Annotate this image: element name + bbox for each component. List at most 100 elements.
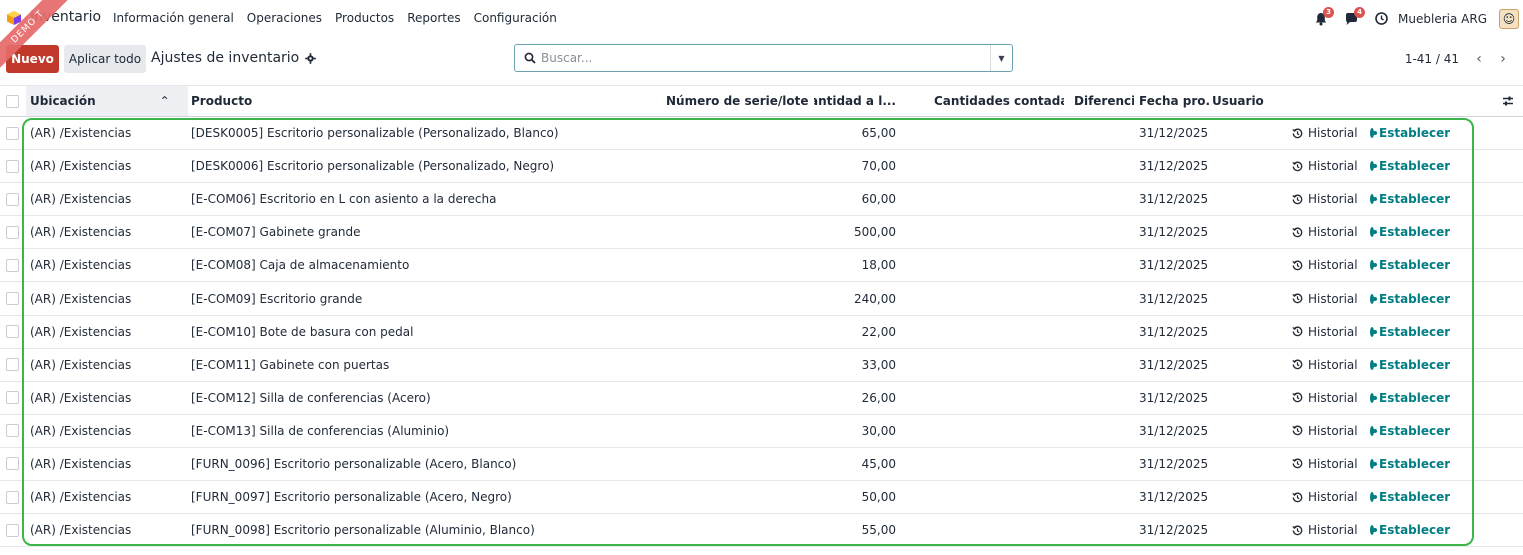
activity-button[interactable]: 3	[1314, 6, 1335, 26]
cell-fecha[interactable]: 31/12/2025	[1139, 349, 1209, 381]
historial-button[interactable]: Historial	[1292, 382, 1362, 414]
menu-informacion-general[interactable]: Información general	[113, 11, 234, 25]
cell-ubicacion[interactable]: (AR) /Existencias	[30, 150, 188, 182]
cell-fecha[interactable]: 31/12/2025	[1139, 216, 1209, 248]
user-avatar[interactable]: ☺	[1499, 8, 1519, 29]
cell-ubicacion[interactable]: (AR) /Existencias	[30, 349, 188, 381]
cell-fecha[interactable]: 31/12/2025	[1139, 382, 1209, 414]
cell-cantidad[interactable]: 55,00	[814, 514, 896, 546]
cell-cantidad[interactable]: 18,00	[814, 249, 896, 281]
table-row[interactable]: (AR) /Existencias [E-COM08] Caja de almac…	[0, 249, 1523, 283]
company-switcher[interactable]: Muebleria ARG	[1398, 12, 1487, 26]
cell-ubicacion[interactable]: (AR) /Existencias	[30, 316, 188, 348]
cell-producto[interactable]: [FURN_0096] Escritorio personalizable (A…	[191, 448, 661, 480]
establecer-button[interactable]: Establecer	[1370, 382, 1450, 414]
header-usuario[interactable]: Usuario	[1212, 86, 1272, 116]
cell-producto[interactable]: [E-COM13] Silla de conferencias (Alumini…	[191, 415, 661, 447]
cell-producto[interactable]: [E-COM11] Gabinete con puertas	[191, 349, 661, 381]
row-checkbox[interactable]	[6, 159, 19, 173]
cell-cantidad[interactable]: 240,00	[814, 282, 896, 314]
table-row[interactable]: (AR) /Existencias [E-COM09] Escritorio gr…	[0, 282, 1523, 316]
establecer-button[interactable]: Establecer	[1370, 448, 1450, 480]
messages-button[interactable]: 4	[1344, 6, 1366, 26]
cell-producto[interactable]: [DESK0005] Escritorio personalizable (Pe…	[191, 117, 661, 149]
gear-icon[interactable]	[305, 52, 317, 64]
establecer-button[interactable]: Establecer	[1370, 117, 1450, 149]
cell-producto[interactable]: [E-COM12] Silla de conferencias (Acero)	[191, 382, 661, 414]
establecer-button[interactable]: Establecer	[1370, 349, 1450, 381]
menu-productos[interactable]: Productos	[335, 11, 394, 25]
inventory-app-icon[interactable]	[6, 10, 22, 26]
cell-cantidad[interactable]: 60,00	[814, 183, 896, 215]
cell-ubicacion[interactable]: (AR) /Existencias	[30, 415, 188, 447]
row-checkbox[interactable]	[6, 424, 19, 438]
cell-ubicacion[interactable]: (AR) /Existencias	[30, 448, 188, 480]
cell-ubicacion[interactable]: (AR) /Existencias	[30, 481, 188, 513]
table-row[interactable]: (AR) /Existencias [DESK0006] Escritorio p…	[0, 150, 1523, 184]
cell-ubicacion[interactable]: (AR) /Existencias	[30, 216, 188, 248]
cell-producto[interactable]: [FURN_0097] Escritorio personalizable (A…	[191, 481, 661, 513]
row-checkbox[interactable]	[6, 292, 19, 306]
cell-cantidad[interactable]: 500,00	[814, 216, 896, 248]
cell-producto[interactable]: [DESK0006] Escritorio personalizable (Pe…	[191, 150, 661, 182]
select-all-checkbox[interactable]	[6, 94, 19, 108]
header-serie[interactable]: Número de serie/lote	[666, 86, 812, 116]
row-checkbox[interactable]	[6, 391, 19, 405]
cell-cantidad[interactable]: 50,00	[814, 481, 896, 513]
cell-fecha[interactable]: 31/12/2025	[1139, 150, 1209, 182]
establecer-button[interactable]: Establecer	[1370, 216, 1450, 248]
historial-button[interactable]: Historial	[1292, 415, 1362, 447]
cell-cantidad[interactable]: 26,00	[814, 382, 896, 414]
cell-cantidad[interactable]: 22,00	[814, 316, 896, 348]
pager-previous-button[interactable]: ‹	[1467, 47, 1491, 71]
table-row[interactable]: (AR) /Existencias [FURN_0096] Escritorio …	[0, 448, 1523, 482]
establecer-button[interactable]: Establecer	[1370, 150, 1450, 182]
optional-columns-toggle[interactable]	[1500, 86, 1516, 116]
cell-ubicacion[interactable]: (AR) /Existencias	[30, 514, 188, 546]
pager-value[interactable]: 1-41 / 41	[1405, 52, 1459, 66]
cell-fecha[interactable]: 31/12/2025	[1139, 183, 1209, 215]
establecer-button[interactable]: Establecer	[1370, 282, 1450, 314]
header-ubicacion[interactable]: Ubicación ⌃	[30, 86, 188, 116]
new-button[interactable]: Nuevo	[6, 45, 59, 73]
row-checkbox[interactable]	[6, 490, 19, 504]
historial-button[interactable]: Historial	[1292, 349, 1362, 381]
header-contadas[interactable]: Cantidades contadas	[934, 86, 1064, 116]
establecer-button[interactable]: Establecer	[1370, 514, 1450, 546]
cell-ubicacion[interactable]: (AR) /Existencias	[30, 117, 188, 149]
cell-ubicacion[interactable]: (AR) /Existencias	[30, 249, 188, 281]
cell-fecha[interactable]: 31/12/2025	[1139, 316, 1209, 348]
table-row[interactable]: (AR) /Existencias [FURN_0098] Escritorio …	[0, 514, 1523, 548]
cell-cantidad[interactable]: 30,00	[814, 415, 896, 447]
cell-fecha[interactable]: 31/12/2025	[1139, 415, 1209, 447]
cell-ubicacion[interactable]: (AR) /Existencias	[30, 183, 188, 215]
header-fecha[interactable]: Fecha pro...	[1139, 86, 1209, 116]
row-checkbox[interactable]	[6, 225, 19, 239]
app-name[interactable]: Inventario	[30, 9, 101, 25]
row-checkbox[interactable]	[6, 126, 19, 140]
cell-cantidad[interactable]: 45,00	[814, 448, 896, 480]
historial-button[interactable]: Historial	[1292, 448, 1362, 480]
cell-fecha[interactable]: 31/12/2025	[1139, 481, 1209, 513]
table-row[interactable]: (AR) /Existencias [DESK0005] Escritorio p…	[0, 117, 1523, 151]
row-checkbox[interactable]	[6, 457, 19, 471]
row-checkbox[interactable]	[6, 258, 19, 272]
apply-all-button[interactable]: Aplicar todo	[64, 45, 146, 73]
historial-button[interactable]: Historial	[1292, 216, 1362, 248]
historial-button[interactable]: Historial	[1292, 514, 1362, 546]
cell-cantidad[interactable]: 33,00	[814, 349, 896, 381]
pager-next-button[interactable]: ›	[1491, 47, 1515, 71]
row-checkbox[interactable]	[6, 358, 19, 372]
cell-producto[interactable]: [E-COM10] Bote de basura con pedal	[191, 316, 661, 348]
cell-producto[interactable]: [FURN_0098] Escritorio personalizable (A…	[191, 514, 661, 546]
table-row[interactable]: (AR) /Existencias [E-COM07] Gabinete gran…	[0, 216, 1523, 250]
header-diferencia[interactable]: Diferencia	[1074, 86, 1134, 116]
cell-fecha[interactable]: 31/12/2025	[1139, 249, 1209, 281]
establecer-button[interactable]: Establecer	[1370, 481, 1450, 513]
establecer-button[interactable]: Establecer	[1370, 249, 1450, 281]
menu-configuracion[interactable]: Configuración	[474, 11, 557, 25]
cell-cantidad[interactable]: 70,00	[814, 150, 896, 182]
cell-producto[interactable]: [E-COM09] Escritorio grande	[191, 282, 661, 314]
table-row[interactable]: (AR) /Existencias [E-COM12] Silla de conf…	[0, 382, 1523, 415]
cell-fecha[interactable]: 31/12/2025	[1139, 448, 1209, 480]
